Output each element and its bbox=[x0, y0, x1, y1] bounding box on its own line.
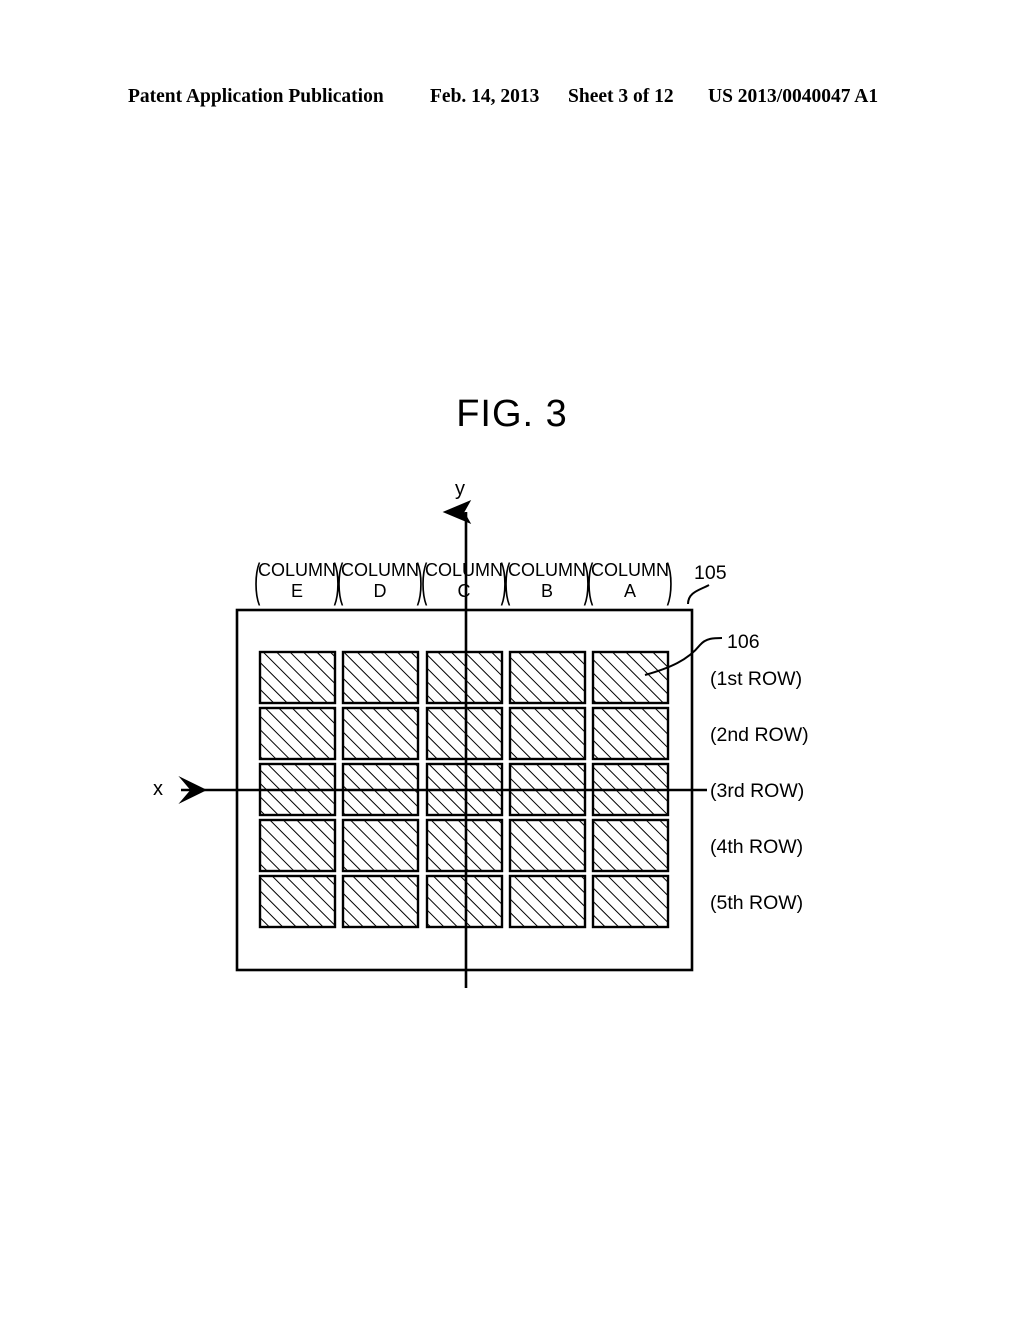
paren-right-icon: ) bbox=[666, 557, 673, 609]
cell-row4-colD bbox=[341, 818, 420, 873]
cell-row2-colA bbox=[591, 706, 670, 761]
row-label-4: (4th ROW) bbox=[710, 836, 804, 858]
cell-row1-colB bbox=[508, 650, 587, 705]
column-header-c: ( COLUMN C ) bbox=[420, 557, 508, 608]
reference-numeral-106: 106 bbox=[727, 631, 760, 653]
cell-row5-colA bbox=[591, 874, 670, 929]
cell-grid bbox=[258, 650, 670, 929]
cell-row4-colB bbox=[508, 818, 587, 873]
column-header-c-word: COLUMN bbox=[424, 560, 503, 580]
cell-row3-colA bbox=[591, 762, 670, 817]
column-header-d-letter: D bbox=[373, 581, 387, 601]
cell-row2-colE bbox=[258, 706, 337, 761]
column-header-a-letter: A bbox=[623, 581, 636, 601]
cell-row1-colC bbox=[425, 650, 504, 705]
column-header-e-word: COLUMN bbox=[257, 560, 336, 580]
cell-row2-colC bbox=[425, 706, 504, 761]
cell-row1-colE bbox=[258, 650, 337, 705]
cell-row1-colA bbox=[591, 650, 670, 705]
cell-row4-colA bbox=[591, 818, 670, 873]
cell-row3-colD bbox=[341, 762, 420, 817]
column-header-b: ( COLUMN B ) bbox=[503, 557, 591, 608]
row-label-3: (3rd ROW) bbox=[710, 780, 805, 802]
row-label-2: (2nd ROW) bbox=[710, 724, 809, 746]
cell-row5-colB bbox=[508, 874, 587, 929]
leader-line-105 bbox=[687, 584, 710, 605]
cell-row2-colD bbox=[341, 706, 420, 761]
column-header-d: ( COLUMN D ) bbox=[336, 557, 424, 608]
column-header-b-letter: B bbox=[540, 581, 553, 601]
cell-row2-colB bbox=[508, 706, 587, 761]
cell-row3-colE bbox=[258, 762, 337, 817]
column-header-b-word: COLUMN bbox=[507, 560, 586, 580]
cell-row3-colB bbox=[508, 762, 587, 817]
column-header-e-letter: E bbox=[290, 581, 303, 601]
row-label-5: (5th ROW) bbox=[710, 892, 804, 914]
column-header-d-word: COLUMN bbox=[340, 560, 419, 580]
cell-row4-colC bbox=[425, 818, 504, 873]
cell-row5-colD bbox=[341, 874, 420, 929]
figure-drawing bbox=[0, 0, 1024, 1320]
figure-svg bbox=[178, 500, 723, 988]
cell-row1-colD bbox=[341, 650, 420, 705]
cell-row4-colE bbox=[258, 818, 337, 873]
x-axis-label: x bbox=[153, 778, 163, 800]
column-header-a-word: COLUMN bbox=[590, 560, 669, 580]
row-label-1: (1st ROW) bbox=[710, 668, 803, 690]
y-axis-label: y bbox=[455, 478, 465, 500]
cell-row5-colE bbox=[258, 874, 337, 929]
cell-row5-colC bbox=[425, 874, 504, 929]
column-header-c-letter: C bbox=[457, 581, 471, 601]
reference-numeral-105: 105 bbox=[694, 562, 727, 584]
column-header-e: ( COLUMN E ) bbox=[253, 557, 341, 608]
column-header-a: ( COLUMN A ) bbox=[586, 557, 674, 609]
cell-row3-colC bbox=[425, 762, 504, 817]
